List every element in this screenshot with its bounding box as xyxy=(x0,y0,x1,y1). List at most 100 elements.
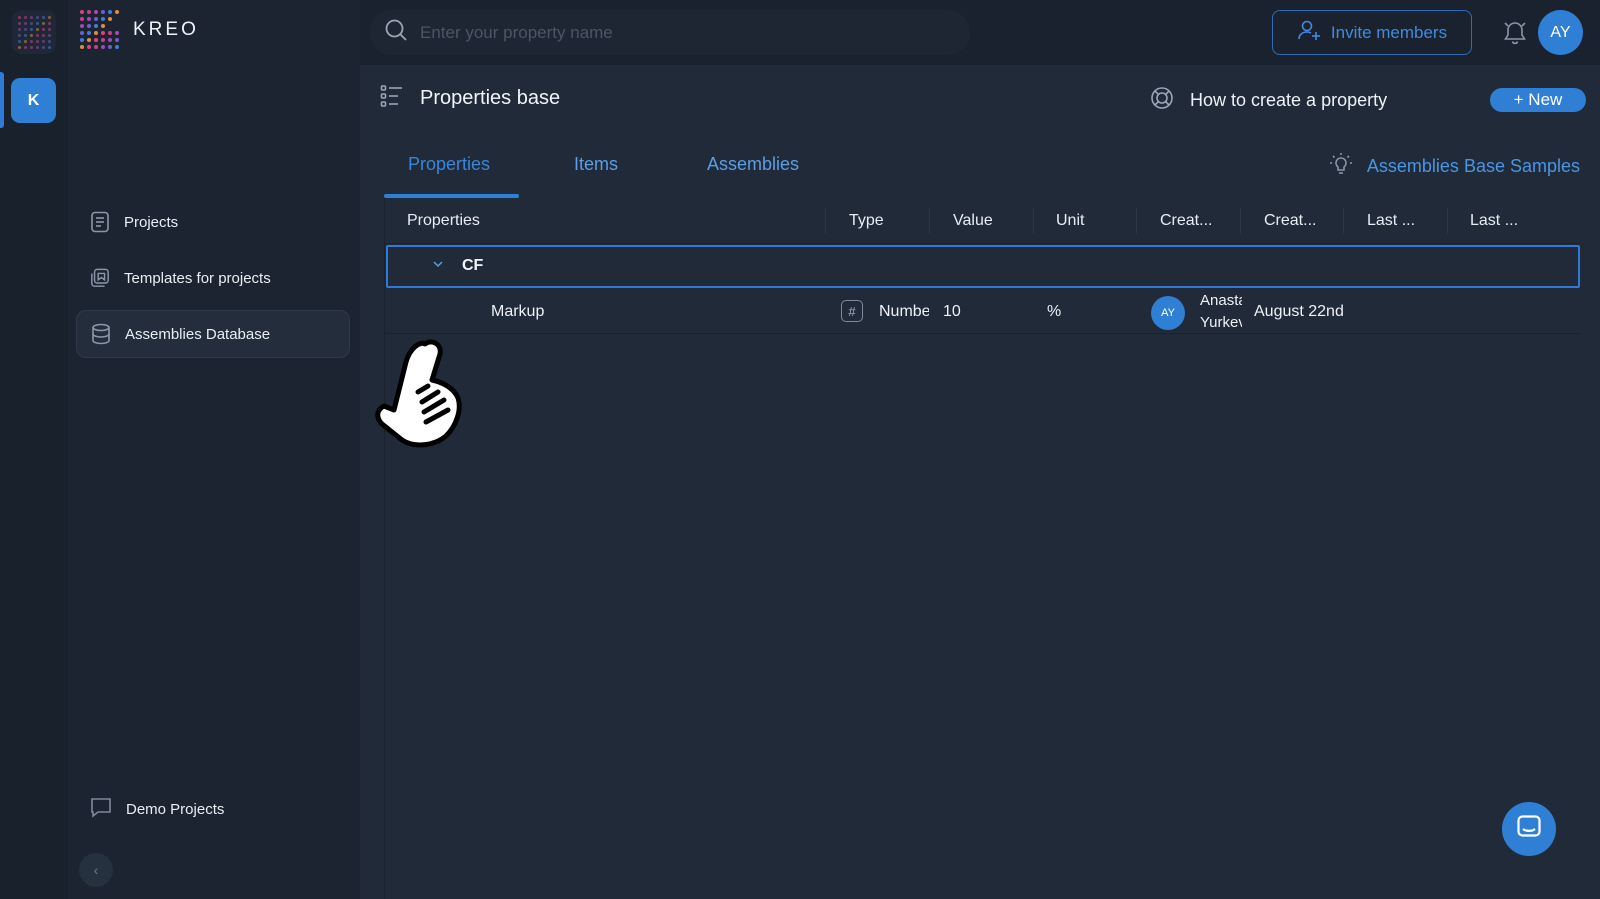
logo-dot xyxy=(41,15,45,19)
logo-dot xyxy=(35,33,39,37)
brand-logo[interactable]: KREO xyxy=(80,10,199,49)
logo-dot xyxy=(23,27,27,31)
tab-bar: Properties Items Assemblies Assemblies B… xyxy=(384,152,1584,198)
database-icon xyxy=(91,323,111,345)
logo-dot xyxy=(47,39,51,43)
invite-members-button[interactable]: Invite members xyxy=(1272,10,1472,55)
column-header-last-edited-at[interactable]: Last ... xyxy=(1470,212,1518,230)
column-separator xyxy=(825,208,826,234)
tab-properties[interactable]: Properties xyxy=(408,154,490,175)
logo-dot xyxy=(29,21,33,25)
logo-dot xyxy=(80,24,84,28)
logo-dot xyxy=(94,31,98,35)
how-to-create-property-link[interactable]: How to create a property xyxy=(1150,86,1387,115)
column-separator xyxy=(929,208,930,234)
number-type-icon: # xyxy=(841,300,863,322)
search-input[interactable] xyxy=(420,22,940,43)
chevron-left-icon: ‹ xyxy=(93,862,99,878)
list-icon xyxy=(380,84,404,113)
chevron-down-icon[interactable] xyxy=(432,258,444,273)
logo-dot xyxy=(87,24,91,28)
sidebar: KREO Projects Templates for projects Ass… xyxy=(68,0,360,899)
document-icon xyxy=(90,211,110,233)
apps-grid-icon[interactable] xyxy=(12,10,56,54)
logo-dot xyxy=(101,17,105,21)
logo-dot xyxy=(108,45,112,49)
logo-dot xyxy=(87,10,91,14)
samples-label: Assemblies Base Samples xyxy=(1366,156,1580,176)
logo-dot xyxy=(41,45,45,49)
column-header-value[interactable]: Value xyxy=(953,212,993,230)
add-user-icon xyxy=(1297,18,1321,47)
sidebar-item-templates[interactable]: Templates for projects xyxy=(76,254,350,302)
value-cell[interactable]: 10 xyxy=(943,303,961,321)
column-header-type[interactable]: Type xyxy=(849,212,884,230)
logo-dot xyxy=(108,10,112,14)
logo-dot xyxy=(47,33,51,37)
table-row[interactable]: Markup # Numbe 10 % AY Anasta Yurkev Aug… xyxy=(385,290,1581,334)
logo-dot xyxy=(23,21,27,25)
demo-projects-label: Demo Projects xyxy=(126,800,225,818)
table-header: Properties Type Value Unit Creat... Crea… xyxy=(385,198,1580,244)
workspace-rail: K xyxy=(0,0,68,899)
group-name: CF xyxy=(462,257,484,274)
logo-dot xyxy=(115,45,119,49)
logo-dot xyxy=(101,24,105,28)
logo-dot xyxy=(115,31,119,35)
column-header-last-edited-by[interactable]: Last ... xyxy=(1367,212,1415,230)
new-property-button[interactable]: + New xyxy=(1490,88,1586,112)
logo-dot xyxy=(87,31,91,35)
workspace-button[interactable]: K xyxy=(11,78,56,123)
logo-dot xyxy=(87,38,91,42)
logo-dot xyxy=(108,38,112,42)
logo-dot xyxy=(29,27,33,31)
chat-bubble-icon xyxy=(90,796,112,822)
invite-members-label: Invite members xyxy=(1330,22,1448,42)
sidebar-item-projects[interactable]: Projects xyxy=(76,198,350,246)
group-row-cf[interactable]: CF xyxy=(386,245,1580,288)
collapse-sidebar-button[interactable]: ‹ xyxy=(79,853,113,887)
logo-dot xyxy=(101,38,105,42)
page-header: Properties base xyxy=(380,84,560,113)
property-name-cell: Markup xyxy=(491,303,545,320)
user-avatar[interactable]: AY xyxy=(1538,10,1583,55)
tab-items[interactable]: Items xyxy=(574,154,618,175)
support-chat-button[interactable] xyxy=(1502,802,1556,856)
assemblies-base-samples-link[interactable]: Assemblies Base Samples xyxy=(1329,152,1580,181)
creator-avatar: AY xyxy=(1151,296,1185,330)
logo-dot xyxy=(80,17,84,21)
tab-assemblies[interactable]: Assemblies xyxy=(707,154,799,175)
sidebar-nav: Projects Templates for projects Assembli… xyxy=(76,198,350,366)
logo-dot xyxy=(17,33,21,37)
created-date-cell: August 22nd xyxy=(1254,303,1344,320)
logo-dot xyxy=(17,15,21,19)
logo-dot xyxy=(41,33,45,37)
demo-projects-link[interactable]: Demo Projects xyxy=(90,796,224,822)
logo-dot xyxy=(115,38,119,42)
logo-dot xyxy=(17,27,21,31)
notifications-bell-icon[interactable] xyxy=(1502,20,1528,46)
logo-dot xyxy=(80,10,84,14)
column-separator xyxy=(1033,208,1034,234)
logo-dot xyxy=(35,15,39,19)
logo-dot xyxy=(41,27,45,31)
column-header-created-by[interactable]: Creat... xyxy=(1160,212,1212,230)
lightbulb-icon xyxy=(1329,152,1353,181)
column-header-properties[interactable]: Properties xyxy=(407,212,480,230)
logo-dot xyxy=(41,21,45,25)
logo-dot xyxy=(47,15,51,19)
logo-dot xyxy=(101,10,105,14)
logo-dot xyxy=(17,39,21,43)
sidebar-item-assemblies-database[interactable]: Assemblies Database xyxy=(76,310,350,358)
active-workspace-indicator xyxy=(0,72,4,128)
unit-cell[interactable]: % xyxy=(1047,303,1061,321)
properties-table: Properties Type Value Unit Creat... Crea… xyxy=(384,198,1581,899)
column-header-unit[interactable]: Unit xyxy=(1056,212,1084,230)
column-header-created-at[interactable]: Creat... xyxy=(1264,212,1316,230)
creator-name-cell: Anasta Yurkev xyxy=(1200,290,1242,334)
logo-dot xyxy=(29,15,33,19)
type-cell: Numbe xyxy=(879,303,929,320)
logo-dot xyxy=(47,27,51,31)
creator-last-name: Yurkev xyxy=(1200,314,1242,331)
logo-dot xyxy=(108,17,112,21)
